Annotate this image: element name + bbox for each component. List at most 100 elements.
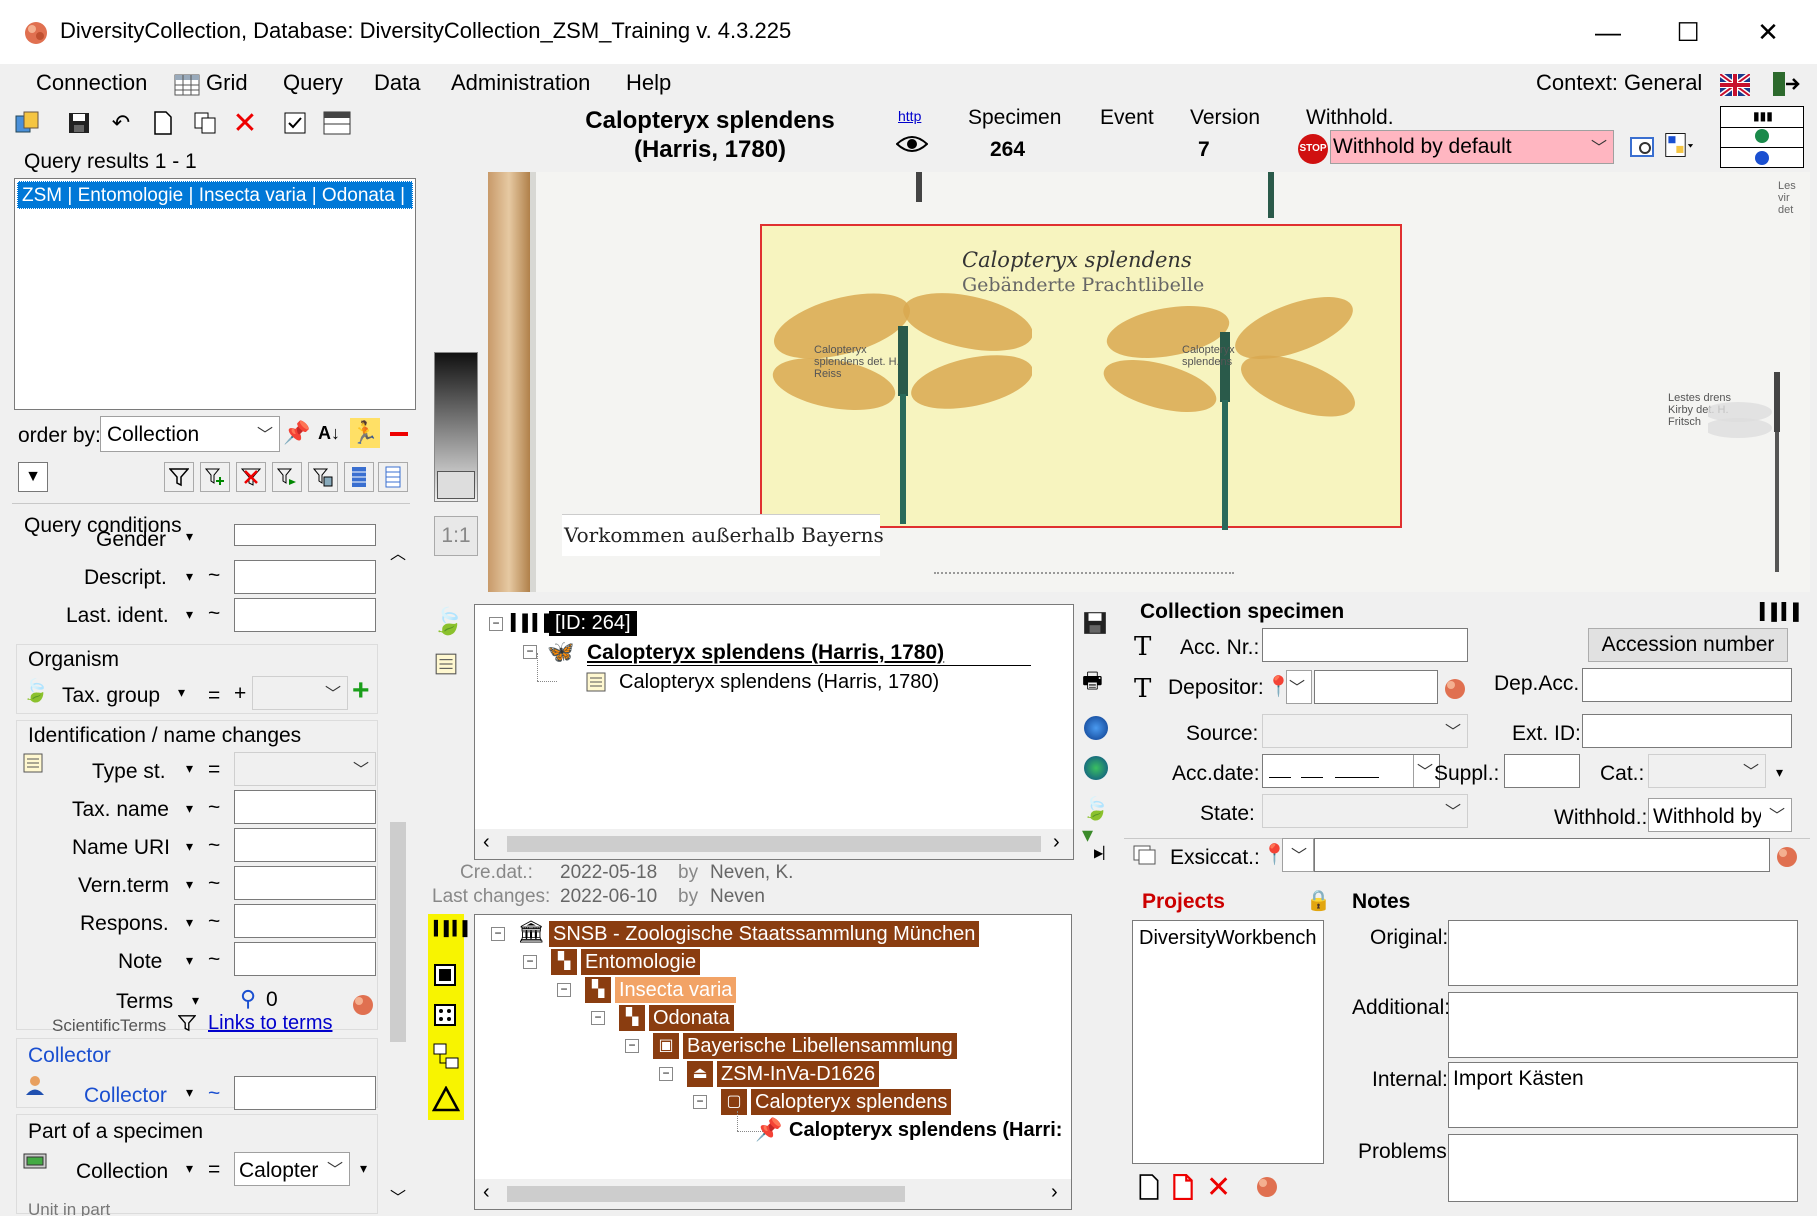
order-by-select[interactable]: Collection ﹀ — [100, 416, 280, 452]
menu-help[interactable]: Help — [626, 70, 671, 96]
save-icon[interactable] — [64, 108, 94, 138]
tree-node-libellensammlung[interactable]: Bayerische Libellensammlung — [683, 1033, 957, 1059]
original-textarea[interactable] — [1448, 920, 1798, 986]
exsiccat-dropdown[interactable]: ﹀ — [1282, 838, 1314, 872]
search-icon[interactable]: ⚲ — [240, 986, 256, 1012]
specimen-tree[interactable]: − ▍▌▍▌ [ID: 264] − 🦋 Calopteryx splenden… — [474, 604, 1074, 860]
scroll-thumb[interactable] — [507, 1186, 905, 1202]
tree-taxon-bold[interactable]: Calopteryx splendens (Harris, 1780) — [587, 641, 944, 665]
scroll-down-icon[interactable]: ﹀ — [390, 1184, 406, 1208]
descript-input[interactable] — [234, 560, 376, 594]
print-icon[interactable]: 🖶 — [1082, 664, 1103, 702]
collapse-icon[interactable]: − — [523, 645, 537, 659]
collapse-icon[interactable]: − — [659, 1067, 673, 1081]
expand-icon[interactable]: ▶▏ — [1094, 846, 1112, 860]
filter-icon[interactable] — [164, 462, 194, 492]
diversity-workbench-icon[interactable] — [1442, 676, 1468, 708]
projects-list[interactable]: DiversityWorkbench — [1132, 920, 1324, 1164]
scroll-right-icon[interactable]: › — [1051, 1181, 1058, 1204]
terms-op-dropdown[interactable]: ▾ — [192, 992, 199, 1009]
last-ident-input[interactable] — [234, 598, 376, 632]
filter-list-icon[interactable] — [308, 462, 338, 492]
run-query-icon[interactable]: 🏃 — [350, 418, 380, 448]
collector-op-dropdown[interactable]: ▾ — [186, 1084, 193, 1101]
new-document-icon[interactable] — [148, 108, 178, 138]
diversity-workbench-icon[interactable] — [350, 992, 376, 1024]
tax-group-op-dropdown[interactable]: ▾ — [178, 684, 185, 701]
globe-search-icon[interactable] — [1084, 716, 1108, 740]
query-results-list[interactable]: ZSM | Entomologie | Insecta varia | Odon… — [14, 178, 416, 410]
accession-number-button[interactable]: Accession number — [1588, 628, 1788, 662]
query-result-item[interactable]: ZSM | Entomologie | Insecta varia | Odon… — [17, 181, 413, 209]
tree-node-specimen[interactable]: Calopteryx splendens (Harri: — [789, 1119, 1071, 1142]
conditions-scrollbar[interactable]: ︿ ﹀ — [386, 532, 410, 1216]
cat-select[interactable]: ﹀ — [1648, 754, 1766, 788]
filter-add-icon[interactable] — [200, 462, 230, 492]
problems-textarea[interactable] — [1448, 1134, 1798, 1202]
descript-op-dropdown[interactable]: ▾ — [186, 568, 193, 585]
suppl-input[interactable] — [1504, 754, 1580, 788]
warning-button[interactable] — [428, 1080, 464, 1120]
copy-icon[interactable] — [190, 108, 220, 138]
respons-op-dropdown[interactable]: ▾ — [186, 914, 193, 931]
diversity-workbench-icon[interactable] — [1774, 844, 1800, 876]
cat-extra-dropdown[interactable]: ▾ — [1776, 764, 1783, 781]
collapse-icon[interactable]: − — [489, 617, 503, 631]
leaf-dropdown-icon[interactable]: 🍃▾ — [1082, 796, 1118, 848]
scroll-thumb[interactable] — [507, 836, 1041, 852]
filter-clear-icon[interactable] — [236, 462, 266, 492]
columns-icon[interactable] — [344, 462, 374, 492]
menu-data[interactable]: Data — [374, 70, 420, 96]
delete-icon[interactable]: ✕ — [230, 107, 260, 140]
http-link[interactable]: http — [898, 108, 921, 124]
hierarchy-icon[interactable] — [432, 1042, 460, 1076]
undo-icon[interactable]: ↶ — [106, 108, 136, 138]
scroll-left-icon[interactable]: ‹ — [483, 831, 490, 854]
preview-icon[interactable] — [1628, 132, 1658, 162]
lock-icon[interactable]: 🔒 — [1306, 888, 1331, 913]
type-st-op-dropdown[interactable]: ▾ — [186, 760, 193, 777]
tree-id-node[interactable]: [ID: 264] — [549, 611, 637, 636]
depositor-input[interactable] — [1314, 670, 1438, 704]
state-select[interactable]: ﹀ — [1262, 794, 1468, 828]
name-uri-op-dropdown[interactable]: ▾ — [186, 838, 193, 855]
tree-node-calopteryx[interactable]: Calopteryx splendens — [751, 1089, 952, 1115]
display-options-panel[interactable]: ▮▮▮ — [1720, 106, 1804, 168]
vern-term-op-dropdown[interactable]: ▾ — [186, 876, 193, 893]
scroll-left-icon[interactable]: ‹ — [483, 1181, 490, 1204]
ext-id-input[interactable] — [1582, 714, 1792, 748]
specimen-image[interactable]: Les vir det Calopteryx splendens Gebände… — [488, 172, 1810, 592]
filter-next-icon[interactable] — [272, 462, 302, 492]
tree-node-insecta-varia[interactable]: Insecta varia — [615, 977, 737, 1003]
scroll-up-icon[interactable]: ︿ — [390, 540, 406, 564]
collapse-icon[interactable]: − — [591, 1011, 605, 1025]
note-input[interactable] — [234, 942, 376, 976]
layout-icon[interactable] — [1664, 130, 1694, 160]
last-ident-op-dropdown[interactable]: ▾ — [186, 606, 193, 623]
gender-op-dropdown[interactable]: ▾ — [186, 528, 193, 545]
zoom-slider[interactable] — [434, 352, 478, 502]
remove-icon[interactable] — [390, 432, 408, 436]
specimen-label-box[interactable]: Calopteryx splendens Gebänderte Prachtli… — [760, 224, 1402, 530]
collapse-icon[interactable]: − — [491, 927, 505, 941]
collection-select[interactable]: Calopter ﹀ — [234, 1152, 350, 1186]
filter-icon[interactable] — [177, 1014, 197, 1038]
new-window-icon[interactable] — [12, 108, 42, 138]
collapse-icon[interactable]: − — [557, 983, 571, 997]
source-select[interactable]: ﹀ — [1262, 714, 1468, 748]
tree-taxon-child[interactable]: Calopteryx splendens (Harris, 1780) — [619, 671, 939, 694]
tax-name-input[interactable] — [234, 790, 376, 824]
note-op-dropdown[interactable]: ▾ — [186, 952, 193, 969]
eye-icon[interactable] — [895, 134, 929, 160]
collapse-icon[interactable]: ▼ — [18, 462, 48, 492]
vern-term-input[interactable] — [234, 866, 376, 900]
acc-nr-input[interactable] — [1262, 628, 1468, 662]
delete-icon[interactable]: ✕ — [1206, 1170, 1231, 1205]
minimize-button[interactable]: — — [1583, 12, 1633, 52]
rows-icon[interactable] — [378, 462, 408, 492]
context-label[interactable]: Context: General — [1536, 70, 1702, 96]
collector-input[interactable] — [234, 1076, 376, 1110]
maximize-button[interactable]: ☐ — [1663, 12, 1713, 52]
zoom-slider-handle[interactable] — [437, 471, 475, 499]
collapse-icon[interactable]: − — [625, 1039, 639, 1053]
